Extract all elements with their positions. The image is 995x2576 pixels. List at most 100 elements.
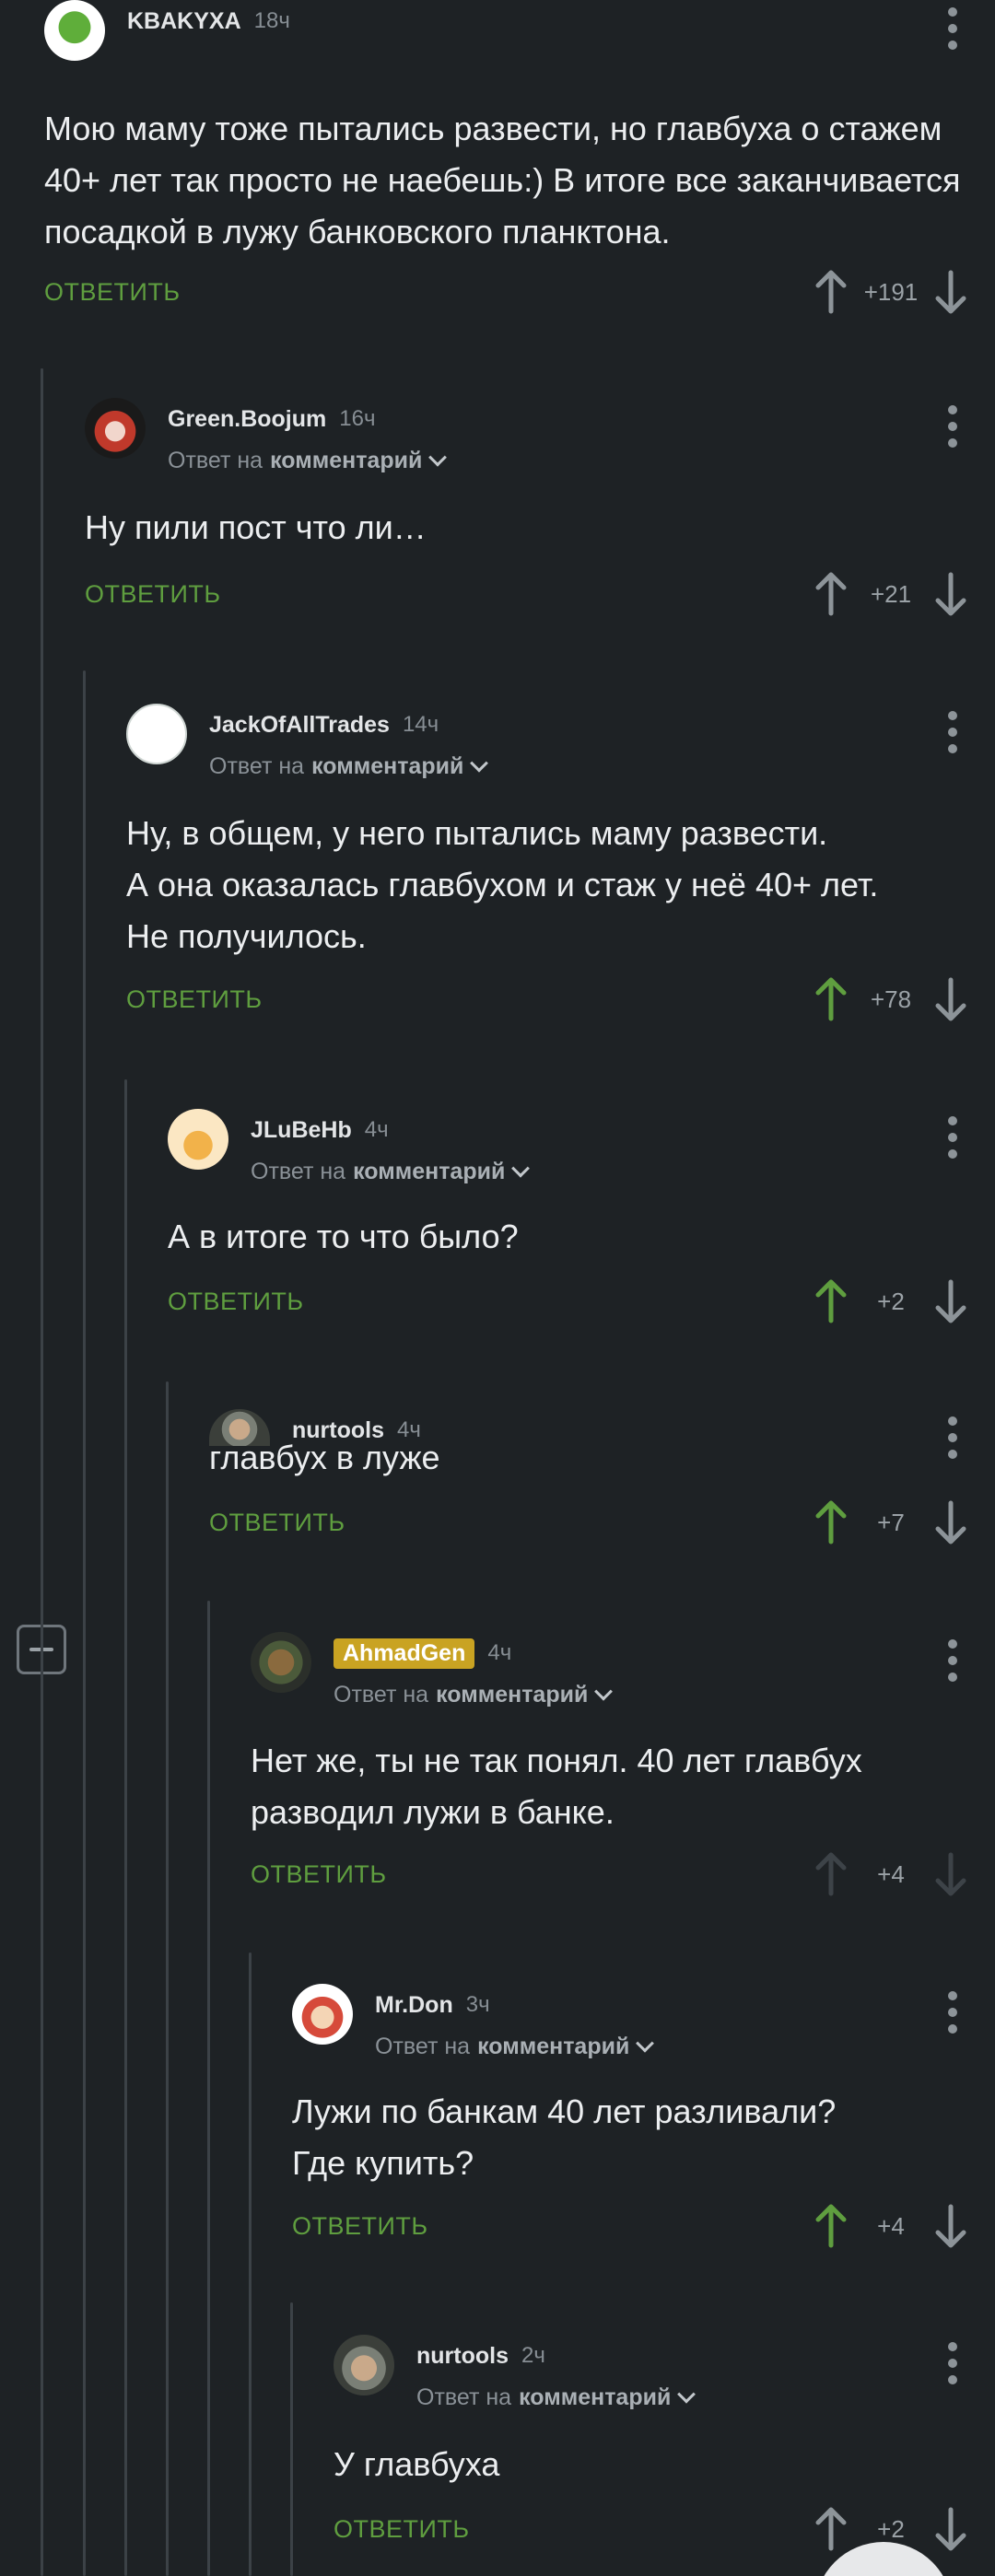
comment-time: 18ч (253, 8, 290, 33)
upvote-arrow-icon[interactable] (813, 1851, 849, 1897)
reply-button[interactable]: ОТВЕТИТЬ (292, 2203, 428, 2249)
username-link[interactable]: Green.Boojum (168, 406, 326, 433)
comment-footer: ОТВЕТИТЬ +78 (126, 976, 995, 1022)
reply-to-prefix: Ответ на (209, 753, 305, 779)
upvote-arrow-icon[interactable] (813, 1499, 849, 1545)
thread-indent-line[interactable] (290, 2302, 293, 2576)
upvote-arrow-icon[interactable] (813, 2506, 849, 2552)
comment-time: 16ч (339, 406, 376, 431)
rating-count: +78 (870, 985, 912, 1013)
upvote-arrow-icon[interactable] (813, 1278, 849, 1324)
comment-header: Mr.Don 3ч Ответ на комментарий (292, 1984, 995, 2060)
reply-button[interactable]: ОТВЕТИТЬ (168, 1278, 304, 1324)
comment-meta: AhmadGen 4ч Ответ на комментарий (334, 1632, 614, 1708)
comment-meta: nurtools 2ч Ответ на комментарий (416, 2335, 696, 2411)
box-avatar-icon[interactable] (126, 704, 187, 764)
username-link[interactable]: JLuBeHb (251, 1117, 352, 1144)
chevron-down-icon (428, 448, 448, 467)
comment-header: Green.Boojum 16ч Ответ на комментарий (85, 398, 995, 474)
more-options-icon[interactable] (947, 7, 958, 50)
comment-header: JLuBeHb 4ч Ответ на комментарий (168, 1109, 995, 1185)
username-link[interactable]: AhmadGen (334, 1638, 475, 1669)
upvote-arrow-icon[interactable] (813, 2203, 849, 2249)
upvote-arrow-icon[interactable] (813, 269, 849, 315)
more-options-icon[interactable] (947, 1639, 958, 1682)
downvote-arrow-icon[interactable] (932, 976, 969, 1022)
reply-to-target: комментарий (311, 753, 464, 779)
username-link[interactable]: JackOfAllTrades (209, 712, 390, 739)
reply-to-link[interactable]: Ответ на комментарий (334, 1682, 614, 1708)
reply-button[interactable]: ОТВЕТИТЬ (126, 976, 263, 1022)
comment: nurtools 4ч главбух в луже ОТВЕТИТЬ +7 (209, 1409, 995, 1555)
more-options-icon[interactable] (947, 1991, 958, 2034)
comment-meta: Green.Boojum 16ч Ответ на комментарий (168, 398, 448, 474)
harley-avatar-icon[interactable] (85, 398, 146, 459)
comment-header: nurtools 2ч Ответ на комментарий (334, 2335, 995, 2411)
upvote-arrow-icon[interactable] (813, 976, 849, 1022)
comment-time: 3ч (465, 1992, 490, 2017)
comment-text: Лужи по банкам 40 лет разливали? Где куп… (292, 2092, 837, 2182)
downvote-arrow-icon[interactable] (932, 571, 969, 617)
comment: AhmadGen 4ч Ответ на комментарий Нет же, ты … (251, 1632, 995, 1906)
comment-header: KBAKYXA 18ч (44, 0, 995, 61)
thread-indent-line[interactable] (83, 670, 86, 2576)
downvote-arrow-icon[interactable] (932, 2506, 969, 2552)
downvote-arrow-icon[interactable] (932, 1278, 969, 1324)
reply-button[interactable]: ОТВЕТИТЬ (85, 571, 221, 617)
reply-to-target: комментарий (436, 1682, 589, 1708)
cat-avatar-icon[interactable] (251, 1632, 311, 1693)
reply-button[interactable]: ОТВЕТИТЬ (334, 2506, 470, 2552)
more-options-icon[interactable] (947, 711, 958, 753)
more-options-icon[interactable] (947, 2342, 958, 2384)
downvote-arrow-icon[interactable] (932, 2203, 969, 2249)
comment-text: А в итоге то что было? (168, 1218, 519, 1255)
reply-to-link[interactable]: Ответ на комментарий (209, 753, 489, 780)
thread-indent-line[interactable] (207, 1601, 210, 2576)
reply-to-prefix: Ответ на (375, 2034, 471, 2059)
reply-to-prefix: Ответ на (251, 1159, 346, 1184)
meta-row: Green.Boojum 16ч (168, 403, 444, 435)
thread-indent-line[interactable] (124, 1079, 127, 2576)
more-options-icon[interactable] (947, 1116, 958, 1159)
oldman-avatar-icon[interactable] (334, 2335, 394, 2395)
thread-indent-line[interactable] (41, 368, 43, 1621)
username-link[interactable]: Mr.Don (375, 1992, 453, 2019)
clown-avatar-icon[interactable] (292, 1984, 353, 2045)
comment-meta: Mr.Don 3ч Ответ на комментарий (375, 1984, 655, 2060)
downvote-arrow-icon[interactable] (932, 1499, 969, 1545)
reply-to-link[interactable]: Ответ на комментарий (375, 2034, 655, 2060)
rating-count: +2 (877, 1287, 905, 1315)
comment-time: 4ч (364, 1117, 389, 1142)
chef-avatar-icon[interactable] (168, 1109, 228, 1170)
downvote-arrow-icon[interactable] (932, 1851, 969, 1897)
thread-indent-line[interactable] (249, 1952, 252, 2576)
reply-to-target: комментарий (477, 2034, 630, 2059)
upvote-arrow-icon[interactable] (813, 571, 849, 617)
rating-count: +4 (877, 2211, 905, 2240)
chevron-down-icon (594, 1682, 614, 1701)
reply-to-target: комментарий (270, 448, 423, 473)
reply-to-link[interactable]: Ответ на комментарий (168, 448, 448, 474)
frog-avatar-icon[interactable] (44, 0, 105, 61)
comment-time: 14ч (402, 712, 439, 737)
comment-footer: ОТВЕТИТЬ +4 (251, 1851, 995, 1897)
meta-row: JLuBeHb 4ч (251, 1114, 527, 1146)
comment-text: Ну пили пост что ли… (85, 508, 427, 546)
comment-text: Нет же, ты не так понял. 40 лет главбух … (251, 1742, 862, 1831)
downvote-arrow-icon[interactable] (932, 269, 969, 315)
comment-meta: JLuBeHb 4ч Ответ на комментарий (251, 1109, 531, 1185)
reply-to-link[interactable]: Ответ на комментарий (416, 2384, 696, 2411)
more-options-icon[interactable] (947, 405, 958, 448)
thread-indent-line[interactable] (166, 1381, 169, 2576)
username-link[interactable]: KBAKYXA (127, 8, 241, 35)
chevron-down-icon (511, 1159, 531, 1178)
comment-text: главбух в луже (209, 1439, 440, 1476)
vote-controls: +4 (813, 2203, 969, 2249)
reply-button[interactable]: ОТВЕТИТЬ (251, 1851, 387, 1897)
reply-button[interactable]: ОТВЕТИТЬ (209, 1499, 345, 1545)
meta-row: Mr.Don 3ч (375, 1989, 651, 2021)
reply-to-link[interactable]: Ответ на комментарий (251, 1159, 531, 1185)
username-link[interactable]: nurtools (416, 2343, 509, 2370)
reply-button[interactable]: ОТВЕТИТЬ (44, 269, 181, 315)
comment: nurtools 2ч Ответ на комментарий У главбуха О… (334, 2335, 995, 2561)
